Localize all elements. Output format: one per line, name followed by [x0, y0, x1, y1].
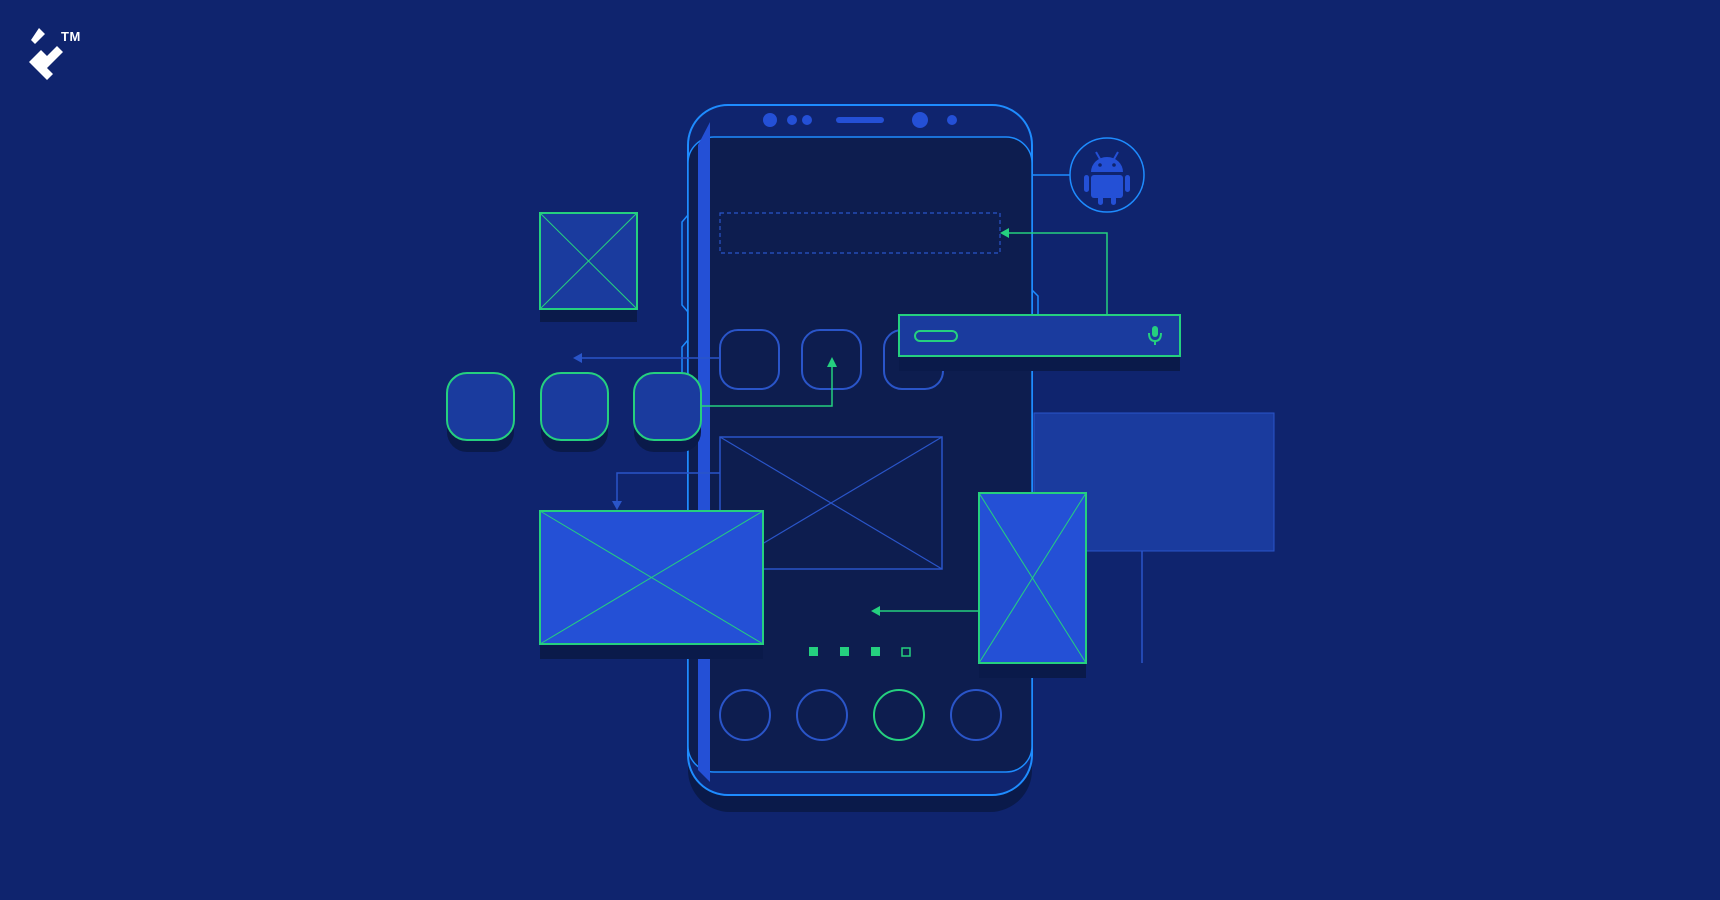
- sensor-dot: [802, 115, 812, 125]
- speaker-grill: [836, 117, 884, 123]
- app-icon-tile: [540, 372, 609, 441]
- pager-dot: [809, 647, 818, 656]
- screen-edge-highlight: [698, 122, 710, 782]
- pager-dot: [840, 647, 849, 656]
- front-camera: [912, 112, 928, 128]
- illustration-stage: TM: [0, 0, 1720, 900]
- sensor-dot: [947, 115, 957, 125]
- sensor-dot: [787, 115, 797, 125]
- arrow-head-icon: [612, 501, 622, 510]
- search-bar: [898, 314, 1181, 357]
- arrow-head-icon: [573, 353, 582, 363]
- app-icon-tile: [446, 372, 515, 441]
- app-icon-tile: [633, 372, 702, 441]
- wireframe-art: [446, 104, 1275, 812]
- pager-dot: [871, 647, 880, 656]
- front-camera: [763, 113, 777, 127]
